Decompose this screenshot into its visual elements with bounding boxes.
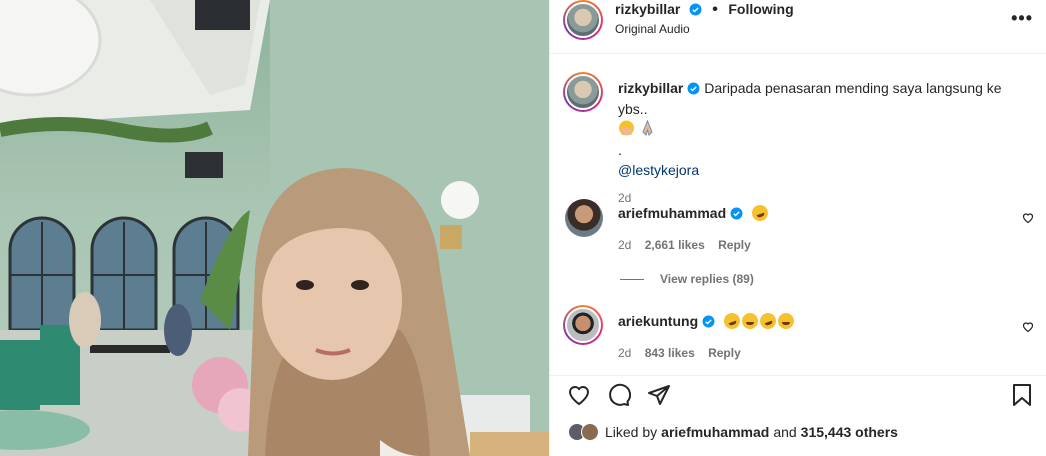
author-avatar[interactable] bbox=[563, 0, 603, 40]
post-header: rizkybillar • Following Original Audio •… bbox=[550, 0, 1046, 54]
caption-time[interactable]: 2d bbox=[618, 191, 1028, 205]
caption-emojis bbox=[618, 119, 1028, 141]
comment-avatar[interactable] bbox=[565, 199, 603, 237]
liked-by-user[interactable]: ariefmuhammad bbox=[661, 424, 769, 440]
comment-time[interactable]: 2d bbox=[618, 238, 631, 252]
action-bar bbox=[550, 375, 1046, 413]
caption-username[interactable]: rizkybillar bbox=[618, 80, 683, 96]
comment-likes[interactable]: 843 likes bbox=[645, 346, 695, 360]
liked-by-row: Liked by ariefmuhammad and 315,443 other… bbox=[568, 423, 898, 441]
reply-button[interactable]: Reply bbox=[708, 346, 741, 360]
praying-hands-emoji-icon bbox=[639, 119, 656, 136]
caption-dot: . bbox=[618, 142, 622, 158]
caption-mention[interactable]: @lestykejora bbox=[618, 162, 1028, 178]
heart-icon[interactable] bbox=[1022, 320, 1034, 338]
verified-icon bbox=[730, 207, 743, 225]
laughing-emoji-icon bbox=[721, 310, 742, 332]
caption-block: rizkybillar Daripada penasaran mending s… bbox=[618, 79, 1028, 205]
comment-username[interactable]: ariefmuhammad bbox=[618, 205, 726, 221]
reply-button[interactable]: Reply bbox=[718, 238, 751, 252]
caption-avatar[interactable] bbox=[563, 72, 603, 112]
comment-row: ariefmuhammad bbox=[618, 202, 770, 225]
author-username[interactable]: rizkybillar bbox=[615, 1, 680, 17]
liked-by-prefix: Liked by bbox=[605, 424, 658, 440]
laughing-emoji-icon bbox=[749, 202, 770, 224]
comment-avatar[interactable] bbox=[563, 305, 603, 345]
verified-icon bbox=[702, 315, 715, 333]
grinning-emoji-icon bbox=[741, 313, 758, 329]
more-icon[interactable]: ••• bbox=[1011, 8, 1033, 29]
comment-time[interactable]: 2d bbox=[618, 346, 631, 360]
post-video[interactable] bbox=[0, 0, 549, 456]
view-replies-button[interactable]: View replies (89) bbox=[620, 272, 754, 286]
liked-by-count[interactable]: 315,443 others bbox=[801, 424, 898, 440]
view-replies-line bbox=[620, 278, 644, 280]
comment-icon[interactable] bbox=[607, 383, 632, 412]
grinning-emoji-icon bbox=[777, 313, 794, 329]
laughing-emoji-icon bbox=[757, 310, 778, 332]
liked-by-middle: and bbox=[773, 424, 797, 440]
audio-label[interactable]: Original Audio bbox=[615, 22, 690, 36]
comment-likes[interactable]: 2,661 likes bbox=[645, 238, 705, 252]
comment-meta: 2d 2,661 likes Reply bbox=[618, 238, 751, 252]
post-side-panel: rizkybillar • Following Original Audio •… bbox=[549, 0, 1046, 456]
liker-avatar[interactable] bbox=[581, 423, 599, 441]
author-line: rizkybillar • Following bbox=[615, 1, 794, 21]
share-icon[interactable] bbox=[647, 383, 671, 412]
hands-mouth-emoji-icon bbox=[618, 120, 635, 136]
bookmark-icon[interactable] bbox=[1011, 383, 1033, 412]
following-button[interactable]: Following bbox=[728, 1, 793, 17]
comment-meta: 2d 843 likes Reply bbox=[618, 346, 741, 360]
verified-icon bbox=[689, 3, 702, 21]
verified-icon bbox=[687, 81, 700, 100]
comment-row: ariekuntung bbox=[618, 310, 796, 333]
separator-dot: • bbox=[712, 1, 718, 18]
heart-icon[interactable] bbox=[1022, 211, 1034, 229]
video-frame bbox=[0, 0, 549, 456]
comment-username[interactable]: ariekuntung bbox=[618, 313, 698, 329]
heart-icon[interactable] bbox=[567, 383, 591, 412]
view-replies-label: View replies (89) bbox=[660, 272, 754, 286]
